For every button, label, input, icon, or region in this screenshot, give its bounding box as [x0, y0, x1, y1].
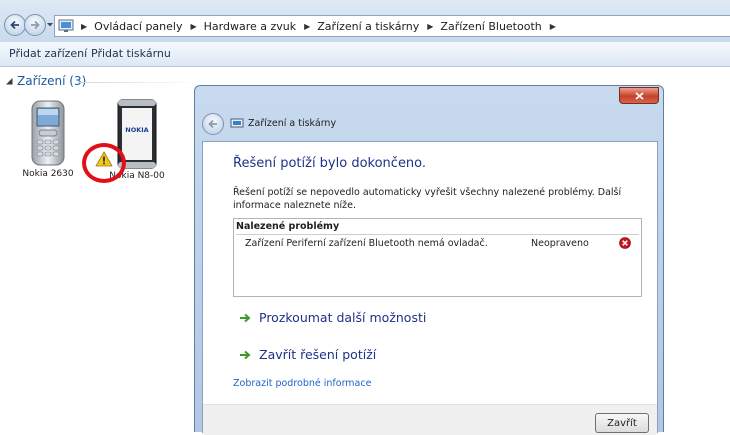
dialog-body: Řešení potíží bylo dokončeno. Řešení pot… — [202, 141, 658, 435]
breadcrumb-control-panel[interactable]: Ovládací panely — [94, 20, 182, 33]
breadcrumb-hardware-sound[interactable]: Hardware a zvuk — [204, 20, 296, 33]
device-nokia-2630[interactable]: Nokia 2630 — [13, 99, 83, 179]
problems-list: Nalezené problémy Zařízení Periferní zař… — [233, 218, 642, 297]
recent-pages-dropdown-icon[interactable] — [47, 22, 53, 28]
devices-group-header[interactable]: Zařízení (3) — [6, 74, 86, 88]
dialog-heading: Řešení potíží bylo dokončeno. — [233, 156, 427, 171]
task-label: Prozkoumat další možnosti — [259, 310, 427, 325]
address-bar-area: ▶ Ovládací panely ▶ Hardware a zvuk ▶ Za… — [0, 0, 730, 42]
explore-more-options-link[interactable]: Prozkoumat další možnosti — [239, 310, 426, 325]
problem-status: Neopraveno — [531, 238, 589, 249]
close-window-button[interactable] — [619, 87, 659, 104]
breadcrumb-separator-icon[interactable]: ▶ — [190, 22, 196, 31]
add-device-button[interactable]: Přidat zařízení — [9, 47, 87, 60]
breadcrumb-separator-icon[interactable]: ▶ — [550, 22, 556, 31]
troubleshooter-dialog: Zařízení a tiskárny Řešení potíží bylo d… — [194, 85, 664, 435]
device-label: Nokia 2630 — [22, 169, 74, 179]
forward-button[interactable] — [24, 14, 46, 36]
close-button[interactable]: Zavřít — [595, 413, 649, 433]
problems-header-divider — [236, 234, 639, 235]
view-detailed-info-link[interactable]: Zobrazit podrobné informace — [233, 378, 371, 389]
problems-header: Nalezené problémy — [236, 221, 340, 232]
breadcrumb-devices-printers[interactable]: Zařízení a tiskárny — [317, 20, 419, 33]
green-arrow-icon — [240, 350, 251, 359]
forward-arrow-icon — [31, 20, 40, 30]
dialog-back-button[interactable] — [202, 113, 224, 135]
task-label: Zavřít řešení potíží — [259, 347, 377, 362]
devices-group-title: Zařízení (3) — [17, 74, 87, 88]
warning-icon — [95, 151, 113, 167]
problem-description: Zařízení Periferní zařízení Bluetooth ne… — [245, 238, 488, 249]
add-printer-button[interactable]: Přidat tiskárnu — [91, 47, 171, 60]
dialog-description: Řešení potíží se nepovedlo automaticky v… — [233, 187, 622, 211]
green-arrow-icon — [240, 313, 251, 322]
devices-printers-icon — [230, 118, 244, 128]
group-divider — [78, 82, 200, 83]
command-bar: Přidat zařízení Přidat tiskárnu — [0, 42, 730, 67]
phone-screen-brand: NOKIA — [125, 126, 148, 134]
collapse-triangle-icon[interactable] — [6, 77, 13, 85]
address-box[interactable]: ▶ Ovládací panely ▶ Hardware a zvuk ▶ Za… — [54, 15, 730, 37]
breadcrumb-separator-icon[interactable]: ▶ — [304, 22, 310, 31]
dialog-footer: Zavřít — [203, 404, 657, 435]
back-arrow-icon — [10, 20, 19, 30]
close-troubleshooter-link[interactable]: Zavřít řešení potíží — [239, 347, 376, 362]
breadcrumb-bluetooth-devices[interactable]: Zařízení Bluetooth — [440, 20, 541, 33]
control-panel-icon — [58, 19, 74, 32]
back-arrow-icon — [208, 119, 217, 129]
dialog-title: Zařízení a tiskárny — [248, 118, 337, 129]
back-button[interactable] — [4, 14, 26, 36]
breadcrumb-separator-icon[interactable]: ▶ — [81, 22, 87, 31]
close-icon — [635, 92, 644, 100]
error-icon — [619, 237, 631, 249]
phone-icon — [31, 100, 65, 166]
breadcrumb-separator-icon[interactable]: ▶ — [427, 22, 433, 31]
